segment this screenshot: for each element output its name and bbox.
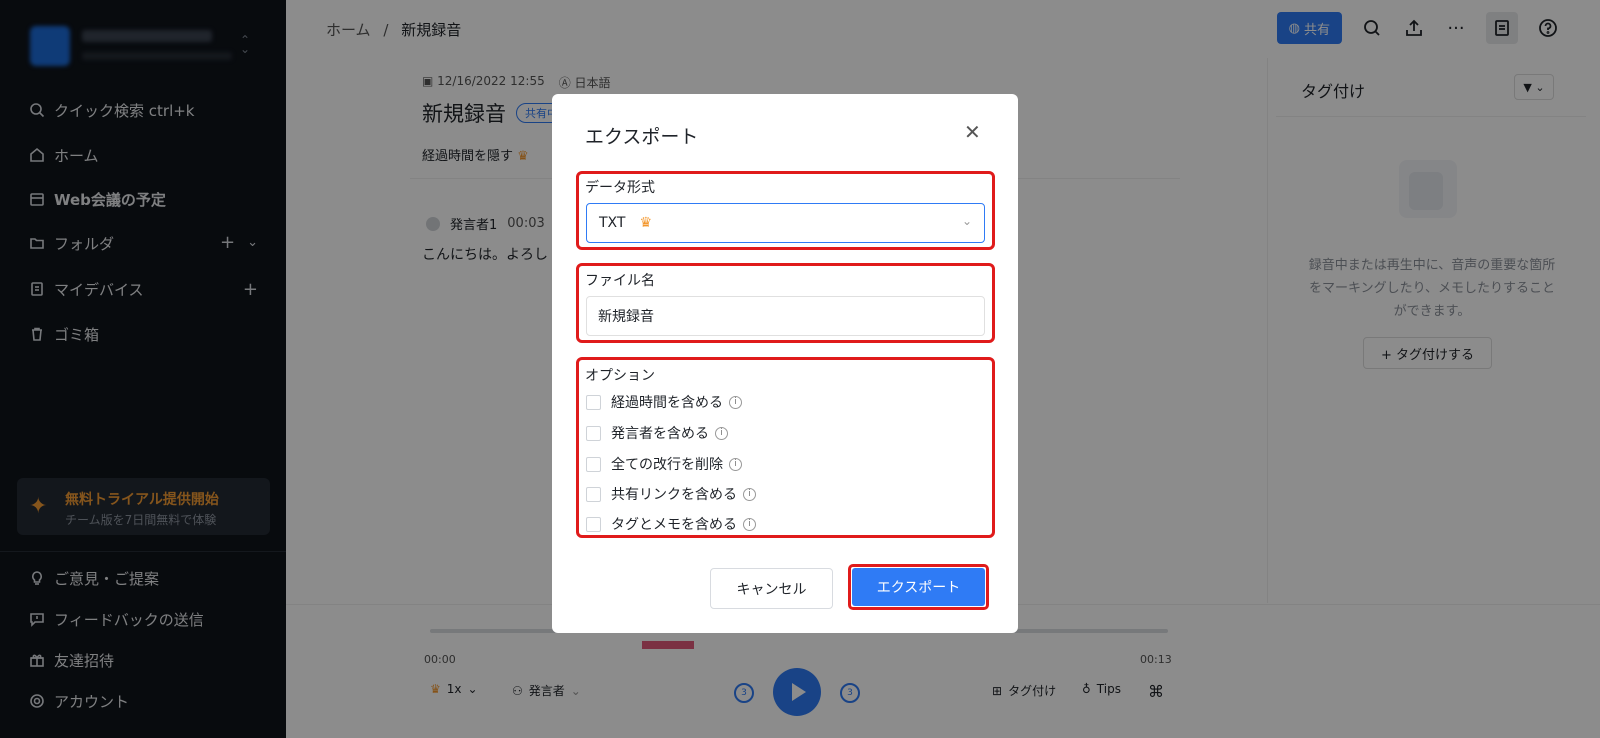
export-button[interactable]: エクスポート [852,568,985,606]
format-label: データ形式 [585,180,655,196]
options-label: オプション [585,368,655,384]
filename-label: ファイル名 [585,273,655,289]
option-include-share-link[interactable]: 共有リンクを含める i [586,484,756,504]
option-label: 共有リンクを含める [611,487,737,503]
info-icon[interactable]: i [715,426,728,440]
checkbox[interactable] [586,394,601,410]
checkbox[interactable] [586,486,601,502]
format-select[interactable]: TXT ♛ ⌄ [586,203,985,243]
export-dialog: エクスポート ✕ データ形式 TXT ♛ ⌄ ファイル名 新規録音 オプション … [552,94,1018,633]
checkbox[interactable] [586,456,601,472]
format-value: TXT [599,215,626,231]
chevron-down-icon: ⌄ [961,214,972,228]
checkbox[interactable] [586,516,601,532]
info-icon[interactable]: i [743,517,756,531]
info-icon[interactable]: i [729,395,742,409]
filename-value: 新規録音 [598,309,654,325]
option-label: 全ての改行を削除 [611,457,723,473]
info-icon[interactable]: i [729,457,742,471]
option-label: 経過時間を含める [611,395,723,411]
option-label: 発言者を含める [611,426,709,442]
option-include-elapsed[interactable]: 経過時間を含める i [586,392,742,412]
export-highlight-box: エクスポート [848,564,989,610]
option-label: タグとメモを含める [611,517,737,533]
cancel-button[interactable]: キャンセル [710,568,833,609]
dialog-title: エクスポート [585,126,699,148]
checkbox[interactable] [586,425,601,441]
filename-input[interactable]: 新規録音 [586,296,985,336]
close-icon[interactable]: ✕ [964,122,981,142]
info-icon[interactable]: i [743,487,756,501]
option-remove-linebreaks[interactable]: 全ての改行を削除 i [586,454,742,474]
option-include-speaker[interactable]: 発言者を含める i [586,423,728,443]
option-include-tags-notes[interactable]: タグとメモを含める i [586,514,756,534]
crown-icon: ♛ [639,215,653,231]
